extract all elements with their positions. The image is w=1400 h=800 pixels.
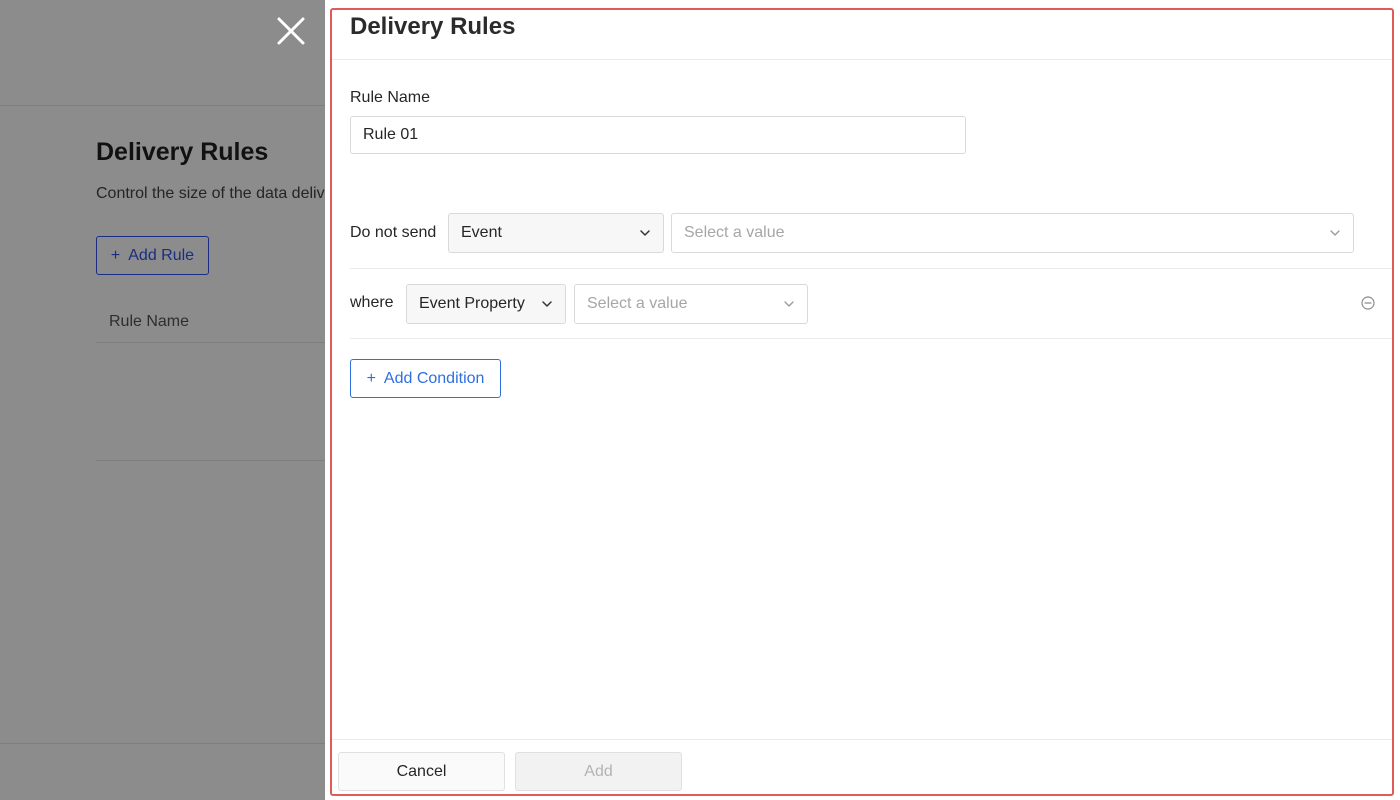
condition-type-selected-value: Event Property (419, 295, 525, 312)
event-type-selected-value: Event (461, 224, 502, 241)
drawer-title: Delivery Rules (350, 13, 516, 40)
chevron-down-icon (1330, 230, 1340, 236)
rule-name-label: Rule Name (350, 89, 431, 106)
condition-value-select[interactable]: Select a value (574, 284, 808, 324)
add-button[interactable]: Add (515, 752, 682, 791)
close-icon[interactable] (272, 12, 310, 50)
drawer-footer-divider (330, 739, 1394, 740)
add-condition-label: Add Condition (383, 369, 485, 387)
rule-name-input[interactable] (350, 116, 966, 154)
event-type-select[interactable]: Event (448, 213, 664, 253)
drawer-header-divider (330, 59, 1394, 60)
chevron-down-icon (640, 230, 650, 236)
condition-row-divider (350, 268, 1394, 269)
delivery-rules-drawer: Delivery Rules Rule Name Do not send Eve… (325, 0, 1400, 800)
event-value-select[interactable]: Select a value (671, 213, 1354, 253)
minus-circle-icon[interactable] (1360, 295, 1376, 311)
condition-value-placeholder: Select a value (587, 295, 688, 312)
cancel-button[interactable]: Cancel (338, 752, 505, 791)
add-condition-button[interactable]: + Add Condition (350, 359, 501, 398)
condition-row-divider (350, 338, 1394, 339)
condition-type-select[interactable]: Event Property (406, 284, 566, 324)
where-label: where (350, 294, 394, 311)
chevron-down-icon (542, 301, 552, 307)
chevron-down-icon (784, 301, 794, 307)
plus-icon: + (366, 369, 376, 387)
do-not-send-label: Do not send (350, 224, 437, 241)
event-value-placeholder: Select a value (684, 224, 785, 241)
